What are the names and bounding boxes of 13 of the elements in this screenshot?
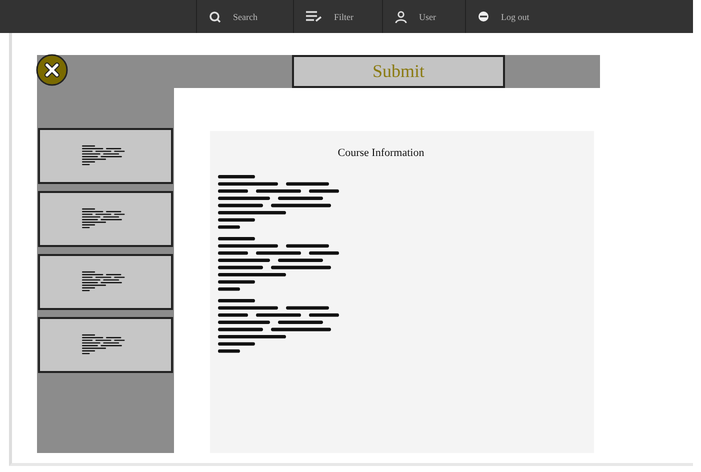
sidebar-card[interactable] [38,254,173,310]
logout-icon[interactable] [478,11,489,22]
search-icon[interactable] [209,10,221,22]
sidebar-card[interactable] [38,191,173,247]
user-icon[interactable] [395,10,407,22]
sidebar-card[interactable] [38,128,173,184]
top-bar-link[interactable]: User [419,12,436,22]
sidebar-card[interactable] [38,317,173,373]
list-pen-icon[interactable] [306,11,322,22]
top-bar-link[interactable]: Filter [334,12,354,22]
top-bar-link[interactable]: Log out [501,12,530,22]
top-bar-link[interactable]: Search [233,12,258,22]
panel-title: Course Information [336,147,426,159]
